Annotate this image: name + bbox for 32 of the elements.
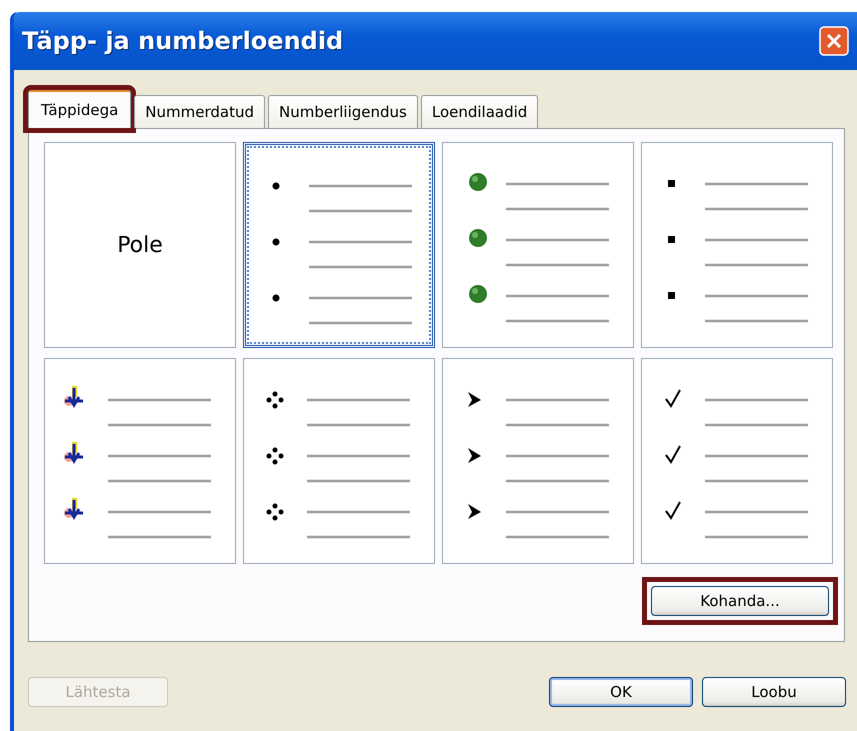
ball-icon bbox=[469, 229, 487, 247]
dot-icon bbox=[272, 294, 280, 302]
bullet-style-option[interactable]: Pole bbox=[44, 142, 236, 348]
close-icon[interactable] bbox=[819, 26, 849, 56]
dot-icon bbox=[272, 182, 280, 190]
bullet-style-option[interactable] bbox=[243, 142, 435, 348]
arrow-icon bbox=[64, 498, 84, 520]
dialog-button[interactable]: Loobu bbox=[702, 677, 846, 707]
arrowhead-icon bbox=[468, 392, 481, 407]
tab[interactable]: Numberliigendus bbox=[268, 95, 418, 128]
arrow-icon bbox=[64, 442, 84, 464]
window-title: Täpp- ja numberloendid bbox=[22, 27, 344, 55]
four-dot-icon bbox=[266, 448, 284, 464]
dot-icon bbox=[272, 238, 280, 246]
tab[interactable]: Loendilaadid bbox=[420, 95, 538, 128]
dialog-button[interactable]: Kohanda... bbox=[651, 586, 829, 616]
arrowhead-icon bbox=[468, 504, 481, 519]
arrowhead-icon bbox=[468, 448, 481, 463]
square-icon bbox=[668, 180, 675, 187]
ball-icon bbox=[469, 173, 487, 191]
dialog-button[interactable]: OK bbox=[549, 677, 693, 707]
arrow-icon bbox=[64, 386, 84, 408]
option-label: Pole bbox=[117, 232, 163, 258]
checkmark-icon bbox=[665, 502, 681, 520]
checkmark-icon bbox=[665, 446, 681, 464]
tab[interactable]: Nummerdatud bbox=[134, 95, 265, 128]
checkmark-icon bbox=[665, 390, 681, 408]
four-dot-icon bbox=[266, 504, 284, 520]
four-dot-icon bbox=[266, 392, 284, 408]
ball-icon bbox=[469, 285, 487, 303]
square-icon bbox=[668, 236, 675, 243]
square-icon bbox=[668, 292, 675, 299]
